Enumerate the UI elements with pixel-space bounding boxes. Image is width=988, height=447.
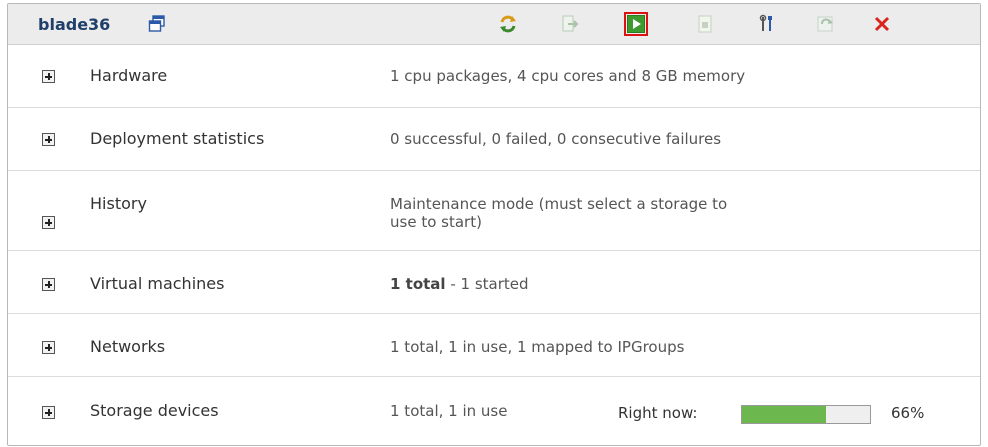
delete-icon[interactable] [870,12,894,36]
vm-total: 1 total [390,275,446,293]
panel-header: blade36 [8,4,980,45]
row-networks: Networks 1 total, 1 in use, 1 mapped to … [8,314,980,377]
row-label: Virtual machines [90,274,225,293]
row-value-line: use to start) [390,213,482,231]
window-icon[interactable] [148,15,166,33]
right-now-label: Right now: [618,404,698,422]
sync-icon[interactable] [814,12,838,36]
tools-icon[interactable] [755,12,779,36]
row-label: Deployment statistics [90,129,265,148]
vm-started: - 1 started [445,275,529,293]
row-label: History [90,194,147,213]
stop-icon[interactable] [693,12,717,36]
row-value: 1 total, 1 in use, 1 mapped to IPGroups [390,338,685,356]
expand-deployment-icon[interactable] [42,133,55,146]
host-panel: blade36 Hardware 1 cpu packages, 4 cpu c… [7,3,981,446]
expand-hardware-icon[interactable] [42,70,55,83]
migrate-icon[interactable] [558,12,582,36]
row-storage-devices: Storage devices 1 total, 1 in use Right … [8,377,980,444]
storage-usage-percent: 66% [891,404,925,422]
expand-networks-icon[interactable] [42,341,55,354]
storage-usage-fill [742,406,827,423]
refresh-icon[interactable] [496,12,520,36]
storage-usage-bar [741,405,871,424]
row-deployment-statistics: Deployment statistics 0 successful, 0 fa… [8,108,980,171]
row-value: 0 successful, 0 failed, 0 consecutive fa… [390,130,722,148]
row-value: Maintenance mode (must select a storage … [390,195,727,231]
row-label: Hardware [90,66,168,85]
row-value: 1 total - 1 started [390,275,529,293]
expand-virtual-machines-icon[interactable] [42,278,55,291]
row-history: History Maintenance mode (must select a … [8,171,980,251]
row-label: Storage devices [90,401,219,420]
expand-storage-icon[interactable] [42,406,55,419]
host-title: blade36 [38,15,111,34]
row-virtual-machines: Virtual machines 1 total - 1 started [8,251,980,314]
row-value: 1 cpu packages, 4 cpu cores and 8 GB mem… [390,67,746,85]
row-hardware: Hardware 1 cpu packages, 4 cpu cores and… [8,45,980,108]
row-label: Networks [90,337,166,356]
start-icon[interactable] [624,12,648,36]
expand-history-icon[interactable] [42,216,55,229]
row-value: 1 total, 1 in use [390,402,508,420]
row-value-line: Maintenance mode (must select a storage … [390,195,728,213]
